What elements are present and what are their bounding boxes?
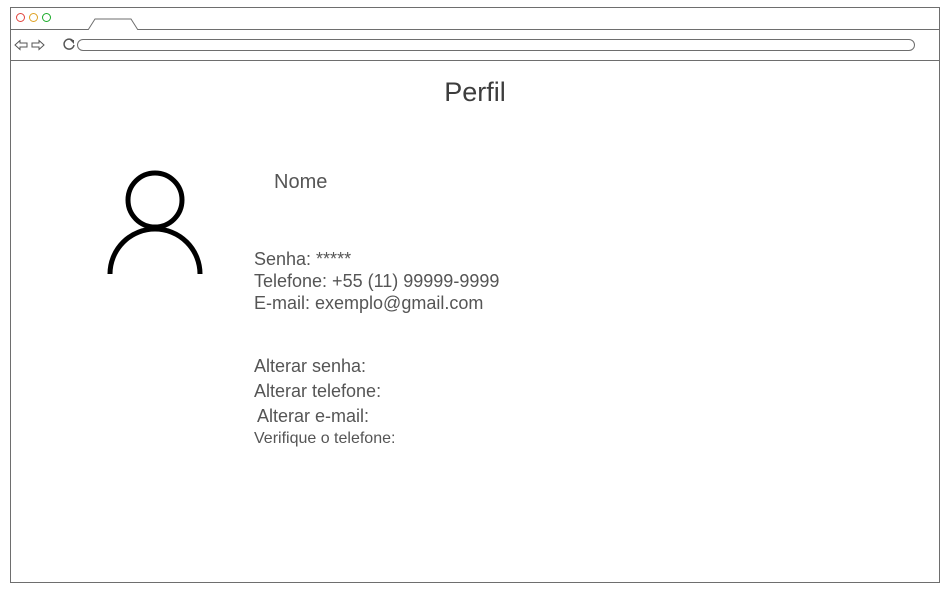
change-email-link[interactable]: Alterar e-mail:	[254, 403, 395, 429]
account-info: Senha: ***** Telefone: +55 (11) 99999-99…	[254, 248, 499, 314]
back-arrow-icon[interactable]	[14, 38, 28, 51]
change-phone-link[interactable]: Alterar telefone:	[254, 379, 395, 403]
user-icon	[107, 166, 205, 278]
profile-page: Perfil Nome Senha: ***** Telefone: +55 (…	[11, 61, 939, 582]
browser-window: Perfil Nome Senha: ***** Telefone: +55 (…	[10, 7, 940, 583]
page-title: Perfil	[444, 77, 506, 107]
maximize-window-button[interactable]	[42, 13, 51, 22]
account-actions: Alterar senha: Alterar telefone: Alterar…	[254, 353, 395, 449]
password-text: Senha: *****	[254, 249, 352, 269]
reload-icon[interactable]	[62, 37, 76, 51]
minimize-window-button[interactable]	[29, 13, 38, 22]
verify-phone-link[interactable]: Verifique o telefone:	[254, 429, 395, 449]
browser-nav-bar	[11, 30, 939, 61]
forward-arrow-icon[interactable]	[31, 38, 45, 51]
address-bar[interactable]	[77, 39, 915, 51]
browser-title-bar	[11, 8, 939, 30]
close-window-button[interactable]	[16, 13, 25, 22]
browser-tab[interactable]	[88, 18, 138, 30]
user-name: Nome	[274, 171, 328, 193]
email-text: E-mail: exemplo@gmail.com	[254, 293, 484, 313]
change-password-link[interactable]: Alterar senha:	[254, 353, 395, 379]
phone-text: Telefone: +55 (11) 99999-9999	[254, 271, 500, 291]
